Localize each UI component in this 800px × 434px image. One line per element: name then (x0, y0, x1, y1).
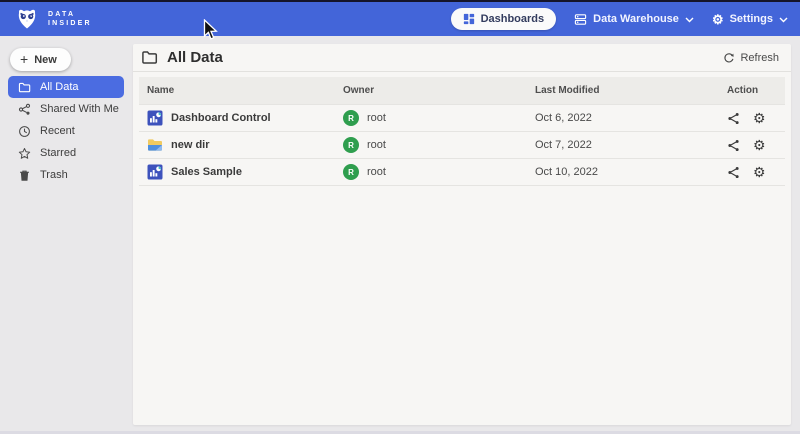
file-name: Sales Sample (171, 166, 242, 178)
table-header-row: Name Owner Last Modified Action (139, 77, 785, 104)
gear-icon[interactable]: ⚙ (753, 138, 766, 152)
dashboard-grid-icon (463, 13, 475, 25)
table-bottom-divider (139, 185, 785, 186)
sidebar-item-shared-with-me[interactable]: Shared With Me (8, 98, 124, 120)
sidebar-item-starred[interactable]: Starred (8, 142, 124, 164)
sidebar-item-recent[interactable]: Recent (8, 120, 124, 142)
refresh-label: Refresh (740, 52, 779, 64)
dashboards-button[interactable]: Dashboards (451, 8, 557, 30)
column-header-owner: Owner (335, 85, 527, 96)
sidebar: + New All Data Shared With Me (0, 36, 130, 434)
last-modified: Oct 10, 2022 (535, 166, 598, 178)
sidebar-item-label: Shared With Me (40, 103, 119, 115)
column-header-name: Name (139, 85, 335, 96)
share-icon (18, 103, 31, 116)
owner-name: root (367, 166, 386, 178)
content-card: All Data Refresh Name Owner Last Modifie… (133, 44, 791, 425)
trash-icon (18, 169, 31, 182)
owl-logo-icon (14, 6, 40, 32)
file-name: Dashboard Control (171, 112, 271, 124)
page-title-text: All Data (167, 49, 223, 66)
sidebar-item-label: All Data (40, 81, 79, 93)
sidebar-item-all-data[interactable]: All Data (8, 76, 124, 98)
table-row[interactable]: Dashboard Control R root Oct 6, 2022 ⚙ (139, 104, 785, 131)
owner-name: root (367, 112, 386, 124)
last-modified: Oct 6, 2022 (535, 112, 592, 124)
app-name: DATA INSIDER (48, 10, 92, 28)
plus-icon: + (20, 52, 28, 66)
sidebar-item-label: Starred (40, 147, 76, 159)
last-modified: Oct 7, 2022 (535, 139, 592, 151)
file-name: new dir (171, 139, 210, 151)
refresh-button[interactable]: Refresh (723, 52, 779, 64)
share-icon[interactable] (727, 166, 740, 179)
star-icon (18, 147, 31, 160)
settings-label: Settings (730, 13, 773, 25)
chevron-down-icon (779, 14, 788, 26)
share-icon[interactable] (727, 112, 740, 125)
data-warehouse-menu[interactable]: Data Warehouse (574, 13, 694, 26)
page-title: All Data (141, 49, 223, 66)
content-header: All Data Refresh (133, 44, 791, 72)
owner-avatar: R (343, 137, 359, 153)
owner-name: root (367, 139, 386, 151)
settings-menu[interactable]: ⚙ Settings (712, 13, 788, 26)
owner-avatar: R (343, 110, 359, 126)
clock-icon (18, 125, 31, 138)
data-warehouse-label: Data Warehouse (593, 13, 679, 25)
refresh-icon (723, 52, 735, 64)
files-table: Name Owner Last Modified Action D (139, 77, 785, 186)
gear-icon[interactable]: ⚙ (753, 111, 766, 125)
owner-avatar: R (343, 164, 359, 180)
app-logo[interactable]: DATA INSIDER (14, 6, 92, 32)
chevron-down-icon (685, 14, 694, 26)
top-navbar: DATA INSIDER Dashboards (0, 0, 800, 36)
column-header-last-modified: Last Modified (527, 85, 723, 96)
sidebar-item-label: Recent (40, 125, 75, 137)
sidebar-item-trash[interactable]: Trash (8, 164, 124, 186)
new-button[interactable]: + New (10, 48, 71, 71)
dashboards-label: Dashboards (481, 13, 545, 25)
sidebar-menu: All Data Shared With Me R (0, 76, 130, 186)
folder-icon (141, 49, 158, 66)
table-row[interactable]: new dir R root Oct 7, 2022 ⚙ (139, 131, 785, 158)
sidebar-item-label: Trash (40, 169, 68, 181)
new-button-label: New (34, 54, 57, 66)
folder-icon (18, 81, 31, 94)
directory-icon (147, 137, 163, 153)
column-header-action: Action (723, 85, 785, 96)
table-row[interactable]: Sales Sample R root Oct 10, 2022 ⚙ (139, 158, 785, 185)
gear-icon: ⚙ (712, 13, 724, 26)
gear-icon[interactable]: ⚙ (753, 165, 766, 179)
database-icon (574, 13, 587, 26)
dashboard-file-icon (147, 164, 163, 180)
share-icon[interactable] (727, 139, 740, 152)
dashboard-file-icon (147, 110, 163, 126)
